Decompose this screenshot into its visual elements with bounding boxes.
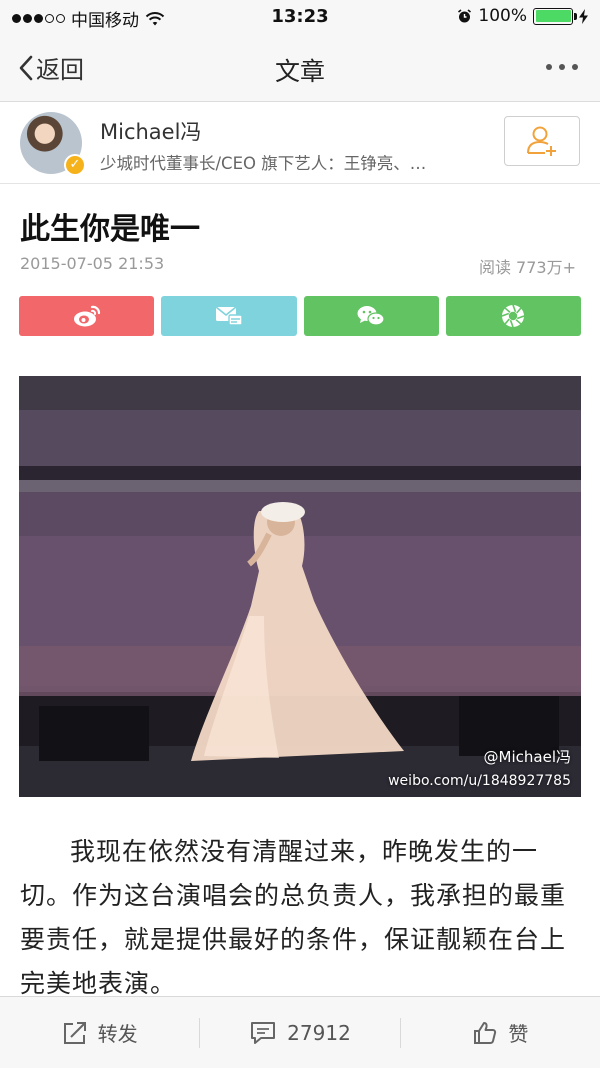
- avatar[interactable]: ✓: [20, 112, 86, 176]
- alarm-clock-icon: [458, 8, 472, 22]
- concert-photo-illustration: [19, 376, 581, 797]
- article-photo[interactable]: @Michael冯 weibo.com/u/1848927785: [19, 376, 581, 797]
- article-body: 我现在依然没有清醒过来，昨晚发生的一切。作为这台演唱会的总负责人，我承担的最重要…: [20, 837, 567, 998]
- share-wechat-button[interactable]: [303, 296, 439, 336]
- comment-icon: [251, 1021, 276, 1044]
- article-page: 中国移动 13:23 100% 返回 文章 ✓ Michael冯 少城时代董事长…: [0, 0, 600, 1068]
- bottom-toolbar: 转发 27912 赞: [0, 996, 600, 1068]
- repost-label: 转发: [97, 1022, 138, 1046]
- author-name[interactable]: Michael冯: [100, 116, 201, 146]
- article-title: 此生你是唯一: [20, 212, 200, 247]
- status-bar-right: 100%: [457, 6, 588, 26]
- watermark-url: weibo.com/u/1848927785: [388, 773, 571, 789]
- follow-button[interactable]: [504, 116, 580, 166]
- share-moments-button[interactable]: [445, 296, 581, 336]
- read-count: 阅读 773万+: [478, 258, 576, 277]
- share-buttons: [19, 296, 581, 336]
- share-weibo-button[interactable]: [19, 296, 155, 336]
- like-button[interactable]: 赞: [401, 997, 600, 1068]
- weibo-icon: [73, 305, 100, 327]
- like-label: 赞: [508, 1022, 529, 1046]
- verified-badge-icon: ✓: [64, 154, 86, 176]
- share-message-button[interactable]: [161, 296, 297, 336]
- repost-button[interactable]: 转发: [0, 997, 199, 1068]
- page-title: 文章: [274, 57, 325, 86]
- watermark-handle: @Michael冯: [483, 748, 571, 766]
- like-icon: [474, 1021, 497, 1044]
- repost-icon: [63, 1021, 86, 1044]
- message-icon: [215, 306, 243, 326]
- comment-button[interactable]: 27912: [200, 997, 399, 1068]
- wechat-icon: [357, 306, 385, 326]
- battery-percent: 100%: [478, 6, 527, 26]
- navigation-bar: 返回 文章: [0, 36, 600, 102]
- moments-icon: [502, 304, 525, 328]
- more-dots-icon[interactable]: [544, 54, 580, 80]
- comment-count: 27912: [287, 1020, 351, 1045]
- add-user-icon: [527, 126, 556, 156]
- status-bar: 中国移动 13:23 100%: [0, 0, 600, 36]
- author-description: 少城时代董事长/CEO 旗下艺人：王铮亮、…: [100, 154, 427, 173]
- battery-icon: [533, 7, 577, 25]
- charging-bolt-icon: [579, 8, 588, 24]
- article-date: 2015-07-05 21:53: [20, 254, 165, 273]
